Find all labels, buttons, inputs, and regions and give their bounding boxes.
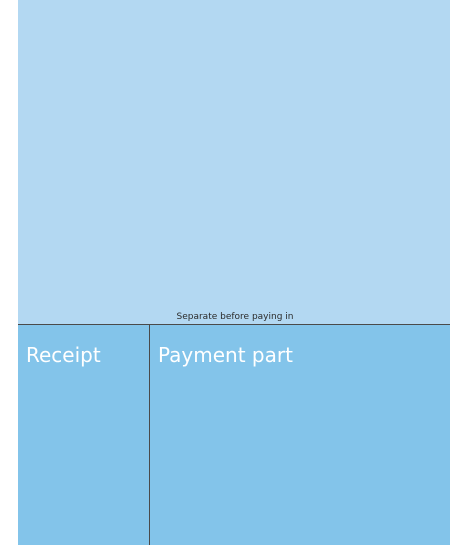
receipt-title: Receipt [26,343,101,367]
payment-part-section: Payment part [150,325,450,545]
payment-part-title: Payment part [158,343,293,367]
document-page: Separate before paying in Receipt Paymen… [18,0,450,545]
receipt-section: Receipt [18,325,150,545]
separator-label: Separate before paying in [176,312,294,322]
payment-slip: Receipt Payment part [18,324,450,545]
